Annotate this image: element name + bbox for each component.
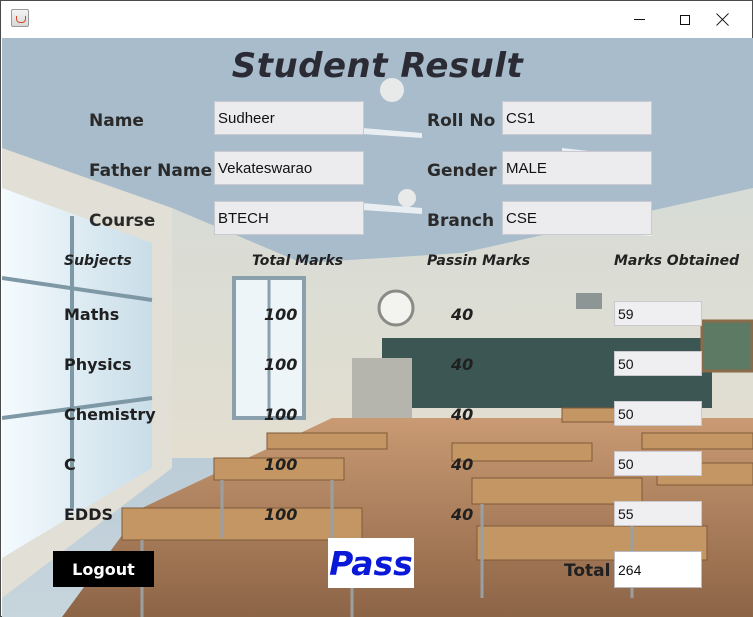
branch-field[interactable] bbox=[502, 201, 652, 235]
branch-label: Branch bbox=[427, 211, 495, 231]
maximize-icon bbox=[680, 14, 690, 25]
total-label: Total bbox=[564, 561, 611, 581]
father-name-field[interactable] bbox=[214, 151, 364, 185]
passing-marks-value: 40 bbox=[451, 405, 474, 424]
minimize-icon bbox=[633, 19, 645, 20]
father-name-label: Father Name bbox=[89, 161, 213, 181]
total-field[interactable] bbox=[614, 551, 702, 588]
logout-button[interactable]: Logout bbox=[53, 551, 154, 587]
total-marks-value: 100 bbox=[264, 305, 298, 324]
name-field[interactable] bbox=[214, 101, 364, 135]
marks-obtained-field[interactable] bbox=[614, 351, 702, 376]
passing-marks-value: 40 bbox=[451, 505, 474, 524]
course-label: Course bbox=[89, 211, 156, 231]
result-status-label: Pass bbox=[328, 538, 414, 588]
passing-marks-value: 40 bbox=[451, 355, 474, 374]
marks-obtained-field[interactable] bbox=[614, 501, 702, 526]
marks-obtained-field[interactable] bbox=[614, 301, 702, 326]
content-pane: Student Result Name Roll No Father Name … bbox=[2, 38, 753, 617]
subject-label: EDDS bbox=[64, 505, 114, 524]
subject-label: C bbox=[64, 455, 76, 474]
title-bar bbox=[1, 1, 752, 38]
app-window: Student Result Name Roll No Father Name … bbox=[0, 0, 753, 617]
subject-label: Physics bbox=[64, 355, 132, 374]
marks-obtained-header: Marks Obtained bbox=[614, 253, 740, 269]
total-marks-header: Total Marks bbox=[252, 253, 344, 269]
name-label: Name bbox=[89, 111, 144, 131]
page-title: Student Result bbox=[231, 46, 524, 86]
passing-marks-header: Passin Marks bbox=[427, 253, 531, 269]
total-marks-value: 100 bbox=[264, 455, 298, 474]
marks-obtained-field[interactable] bbox=[614, 401, 702, 426]
total-marks-value: 100 bbox=[264, 405, 298, 424]
total-marks-value: 100 bbox=[264, 355, 298, 374]
total-marks-value: 100 bbox=[264, 505, 298, 524]
course-field[interactable] bbox=[214, 201, 364, 235]
java-app-icon bbox=[11, 9, 29, 27]
roll-no-field[interactable] bbox=[502, 101, 652, 135]
subjects-header: Subjects bbox=[64, 253, 132, 269]
passing-marks-value: 40 bbox=[451, 455, 474, 474]
roll-no-label: Roll No bbox=[427, 111, 496, 131]
passing-marks-value: 40 bbox=[451, 305, 474, 324]
gender-field[interactable] bbox=[502, 151, 652, 185]
gender-label: Gender bbox=[427, 161, 497, 181]
minimize-button[interactable] bbox=[616, 1, 662, 38]
subject-label: Maths bbox=[64, 305, 120, 324]
subject-label: Chemistry bbox=[64, 405, 156, 424]
marks-obtained-field[interactable] bbox=[614, 451, 702, 476]
close-button[interactable] bbox=[699, 1, 745, 38]
close-icon bbox=[716, 13, 729, 26]
